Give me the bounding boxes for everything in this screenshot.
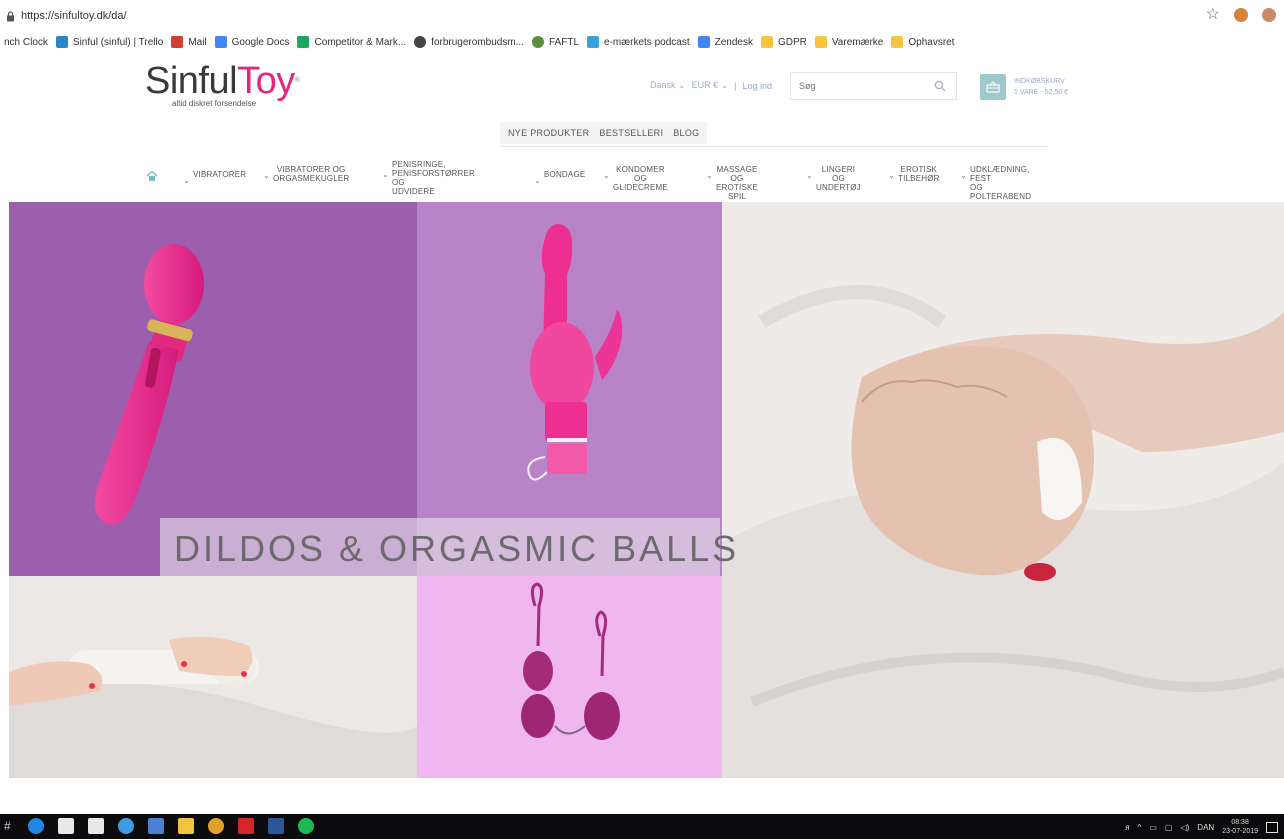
folder-icon xyxy=(760,36,773,48)
url-field[interactable]: https://sinfultoy.dk/da/ xyxy=(6,8,127,24)
file-explorer-icon[interactable] xyxy=(178,818,194,834)
folder-icon xyxy=(814,36,827,48)
bookmark-item[interactable]: Mail xyxy=(171,36,207,48)
login-link[interactable]: Log ind xyxy=(742,81,772,91)
url-text: https://sinfultoy.dk/da/ xyxy=(21,10,127,22)
chevron-down-icon: ⌄ xyxy=(706,171,713,180)
nav-penisringe[interactable]: ⌄ PENISRINGE, PENISFORSTØRRER OG UDVIDER… xyxy=(382,160,475,196)
bookmarks-bar: nch Clock Sinful (sinful) | Trello Mail … xyxy=(0,32,1284,52)
chevron-down-icon: ⌄ xyxy=(382,170,389,179)
bookmark-item[interactable]: GDPR xyxy=(760,36,807,48)
folder-icon xyxy=(891,36,904,48)
currency-selector[interactable]: EUR € ⌄ xyxy=(692,80,729,91)
site-logo[interactable]: SinfulToy® altid diskret forsendelse xyxy=(145,60,300,108)
nav-blog[interactable]: BLOG xyxy=(673,128,699,138)
hero-banner[interactable]: DILDOS & ORGASMIC BALLS xyxy=(9,202,1284,778)
podcast-icon xyxy=(587,36,600,48)
bookmark-item[interactable]: Zendesk xyxy=(697,36,753,48)
chevron-down-icon: ⌄ xyxy=(888,171,895,180)
trello-icon xyxy=(55,36,68,48)
nav-bondage[interactable]: ⌄ BONDAGE xyxy=(534,170,585,185)
system-clock[interactable]: 08:38 23-07-2019 xyxy=(1222,818,1258,836)
bookmark-item[interactable]: forbrugerombudsm... xyxy=(414,36,524,48)
edge-icon[interactable] xyxy=(28,818,44,834)
nav-kondomer-og-glidecreme[interactable]: ⌄ KONDOMER OG GLIDECREME xyxy=(603,165,668,192)
spotify-icon[interactable] xyxy=(298,818,314,834)
cart-title: INDKØBSKURV xyxy=(1014,78,1065,85)
extension-icon[interactable] xyxy=(1234,8,1248,22)
search-input[interactable] xyxy=(791,73,921,99)
browser-address-bar: https://sinfultoy.dk/da/ ☆ xyxy=(0,0,1284,32)
hand-gripping-sheet-image xyxy=(722,202,1284,778)
chevron-down-icon: ⌄ xyxy=(603,171,610,180)
nav-massage-og-erotiske-spil[interactable]: ⌄ MASSAGE OG EROTISKE SPIL xyxy=(706,165,758,201)
bookmark-item[interactable]: e-mærkets podcast xyxy=(587,36,690,48)
google-docs-icon xyxy=(214,36,227,48)
cart-button[interactable] xyxy=(980,74,1006,100)
nav-lingeri-og-undertoej[interactable]: ⌄ LINGERI OG UNDERTØJ xyxy=(806,165,861,192)
input-language[interactable]: DAN xyxy=(1197,823,1214,832)
home-icon[interactable] xyxy=(146,170,158,182)
network-icon[interactable]: ▢ xyxy=(1165,823,1173,832)
nav-vibratorer[interactable]: ⌄ VIBRATORER xyxy=(183,170,246,185)
battery-icon[interactable]: ▭ xyxy=(1149,823,1157,832)
bookmark-item[interactable]: Competitor & Mark... xyxy=(297,36,406,48)
logo-tagline: altid diskret forsendelse xyxy=(172,99,257,108)
secondary-nav: NYE PRODUKTER BESTSELLERI BLOG xyxy=(500,122,708,144)
hero-panel-fist-sheet xyxy=(722,202,1284,778)
nav-new-products[interactable]: NYE PRODUKTER xyxy=(508,128,589,138)
store-icon[interactable] xyxy=(58,818,74,834)
bookmark-item[interactable]: FAFTL xyxy=(532,36,579,48)
google-sheets-icon xyxy=(297,36,310,48)
bookmark-item[interactable]: Google Docs xyxy=(214,36,289,48)
notifications-icon[interactable] xyxy=(1266,821,1278,833)
lock-icon xyxy=(7,10,14,21)
word-icon[interactable] xyxy=(268,818,284,834)
globe-icon xyxy=(414,36,427,48)
chevron-up-icon[interactable]: ^ xyxy=(1138,823,1142,832)
bookmark-item[interactable]: Ophavsret xyxy=(891,36,955,48)
shopping-basket-icon xyxy=(986,81,1000,93)
gmail-icon xyxy=(171,36,184,48)
bookmark-item[interactable]: Sinful (sinful) | Trello xyxy=(55,36,163,48)
header-links: Dansk ⌄ EUR € ⌄ | Log ind xyxy=(650,80,772,91)
chrome-icon[interactable] xyxy=(208,818,224,834)
chevron-down-icon: ⌄ xyxy=(183,176,190,185)
hero-panel-balls xyxy=(417,576,722,778)
globe-icon[interactable] xyxy=(118,818,134,834)
hero-title[interactable]: DILDOS & ORGASMIC BALLS xyxy=(174,528,739,570)
nav-udklaedning-fest-og-polterabend[interactable]: ⌄ UDKLÆDNING, FEST OG POLTERABEND xyxy=(960,165,1031,201)
chevron-down-icon: ⌄ xyxy=(960,171,967,180)
nav-bestsellers[interactable]: BESTSELLERI xyxy=(599,128,663,138)
bookmark-item[interactable]: nch Clock xyxy=(4,37,48,48)
bookmark-star-icon[interactable]: ☆ xyxy=(1206,7,1220,23)
orgasmic-balls-image xyxy=(521,582,620,740)
document-icon xyxy=(697,36,710,48)
profile-avatar-icon[interactable] xyxy=(1262,8,1276,22)
bookmark-item[interactable]: Varemærke xyxy=(814,36,883,48)
pdf-reader-icon[interactable] xyxy=(238,818,254,834)
chevron-down-icon: ⌄ xyxy=(534,176,541,185)
nav-erotisk-tilbehoer[interactable]: ⌄ EROTISK TILBEHØR xyxy=(888,165,940,183)
chevron-down-icon: ⌄ xyxy=(263,171,270,180)
nav-vibratorer-og-orgasmekugler[interactable]: ⌄ VIBRATORER OG ORGASMEKUGLER xyxy=(263,165,349,183)
chevron-down-icon: ⌄ xyxy=(806,171,813,180)
notes-icon[interactable] xyxy=(148,818,164,834)
hero-panel-hands-bed xyxy=(9,576,417,778)
cart-widget[interactable]: INDKØBSKURV 1 VARE - 52,50 € xyxy=(980,74,1068,100)
cart-summary: 1 VARE - 52,50 € xyxy=(1014,89,1068,96)
hands-with-massager-image xyxy=(9,576,417,778)
divider: | xyxy=(734,80,737,91)
volume-icon[interactable]: ◁) xyxy=(1180,823,1189,832)
people-icon[interactable]: ᴙ xyxy=(1125,823,1129,832)
windows-taskbar: # ᴙ ^ ▭ ▢ ◁) DAN 08:38 23-07-2019 xyxy=(0,814,1284,839)
mail-icon[interactable] xyxy=(88,818,104,834)
search-box xyxy=(790,72,957,100)
logo-wordmark: SinfulToy® xyxy=(145,60,300,102)
faftl-icon xyxy=(532,36,544,48)
search-icon[interactable] xyxy=(934,80,946,92)
windows-start-icon[interactable]: # xyxy=(4,819,14,833)
divider xyxy=(500,146,1048,147)
language-selector[interactable]: Dansk ⌄ xyxy=(650,80,686,91)
